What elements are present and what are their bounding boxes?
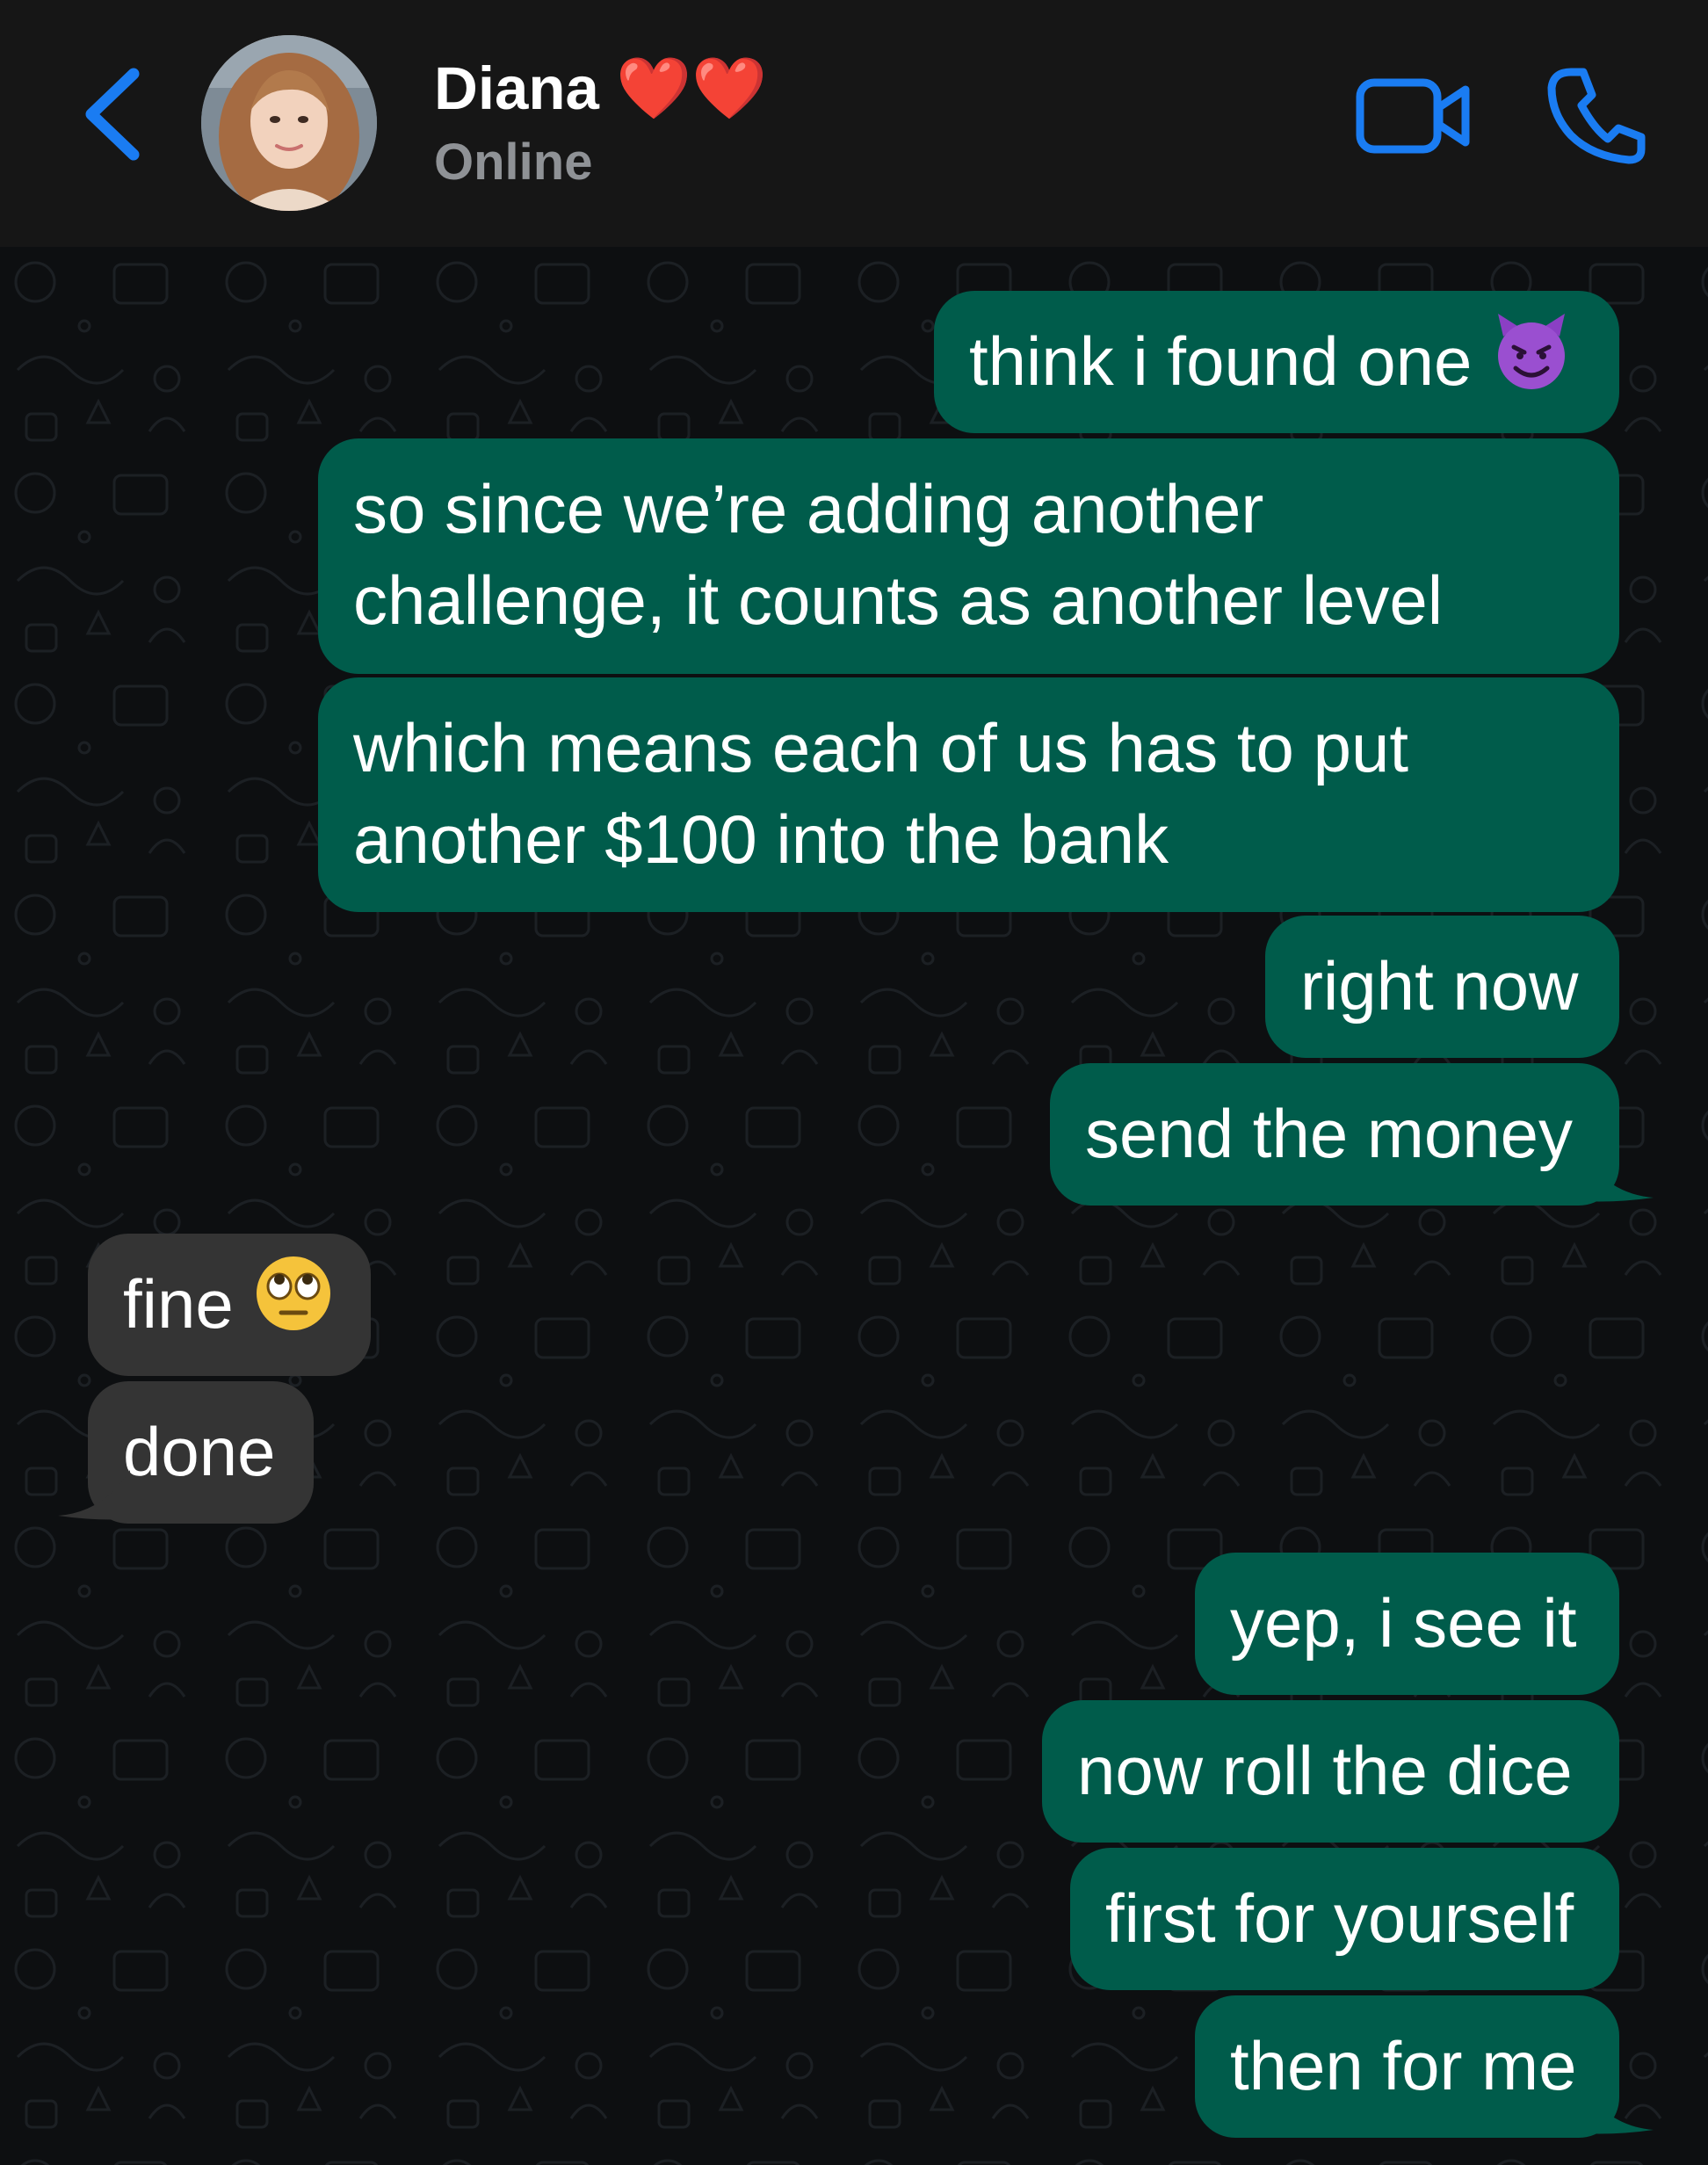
contact-name[interactable]: Diana ❤️❤️ (434, 51, 767, 127)
message-bubble-outgoing[interactable]: so since we’re adding another challenge,… (318, 438, 1619, 674)
message-bubble-incoming[interactable]: fine (88, 1234, 371, 1376)
message-text: think i found one (969, 322, 1473, 401)
avatar[interactable] (201, 35, 377, 211)
contact-photo (201, 35, 377, 211)
bubble-tail (1581, 2084, 1654, 2134)
message-text: send the money (1085, 1095, 1574, 1172)
back-button[interactable] (79, 62, 149, 167)
message-bubble-outgoing[interactable]: think i found one (934, 291, 1619, 433)
message-text: then for me (1230, 2027, 1577, 2104)
message-text: fine (123, 1265, 234, 1343)
message-text: now roll the dice (1077, 1732, 1573, 1809)
message-text: first for yourself (1105, 1879, 1574, 1957)
message-text: yep, i see it (1230, 1584, 1577, 1662)
message-bubble-outgoing[interactable]: which means each of us has to put anothe… (318, 677, 1619, 912)
face-with-rolling-eyes-icon (253, 1253, 334, 1356)
message-bubble-outgoing[interactable]: send the money (1050, 1063, 1619, 1206)
message-bubble-outgoing[interactable]: first for yourself (1070, 1848, 1619, 1990)
bubble-tail (1581, 1152, 1654, 1202)
video-camera-icon (1356, 78, 1470, 154)
phone-icon (1547, 68, 1646, 164)
message-text: right now (1300, 947, 1579, 1025)
message-text-line: another $100 into the bank (353, 800, 1169, 878)
message-bubble-outgoing[interactable]: yep, i see it (1195, 1553, 1619, 1695)
voice-call-button[interactable] (1545, 63, 1650, 169)
video-call-button[interactable] (1353, 72, 1476, 160)
message-text: done (123, 1413, 276, 1490)
message-text-line: which means each of us has to put (353, 709, 1409, 786)
smiling-face-with-horns-icon (1491, 310, 1572, 413)
chat-header: Diana ❤️❤️ Online (0, 0, 1708, 247)
chevron-left-icon (85, 68, 140, 161)
online-status: Online (434, 134, 593, 191)
message-text-line: challenge, it counts as another level (353, 561, 1444, 639)
message-list[interactable]: think i found one so since we’re adding … (0, 247, 1708, 2165)
chat-screen: Diana ❤️❤️ Online think i found one so s… (0, 0, 1708, 2165)
message-bubble-outgoing[interactable]: then for me (1195, 1995, 1619, 2138)
message-bubble-outgoing[interactable]: now roll the dice (1042, 1700, 1619, 1843)
message-text-line: so since we’re adding another (353, 470, 1264, 547)
bubble-tail (58, 1470, 130, 1520)
message-bubble-outgoing[interactable]: right now (1265, 916, 1619, 1058)
